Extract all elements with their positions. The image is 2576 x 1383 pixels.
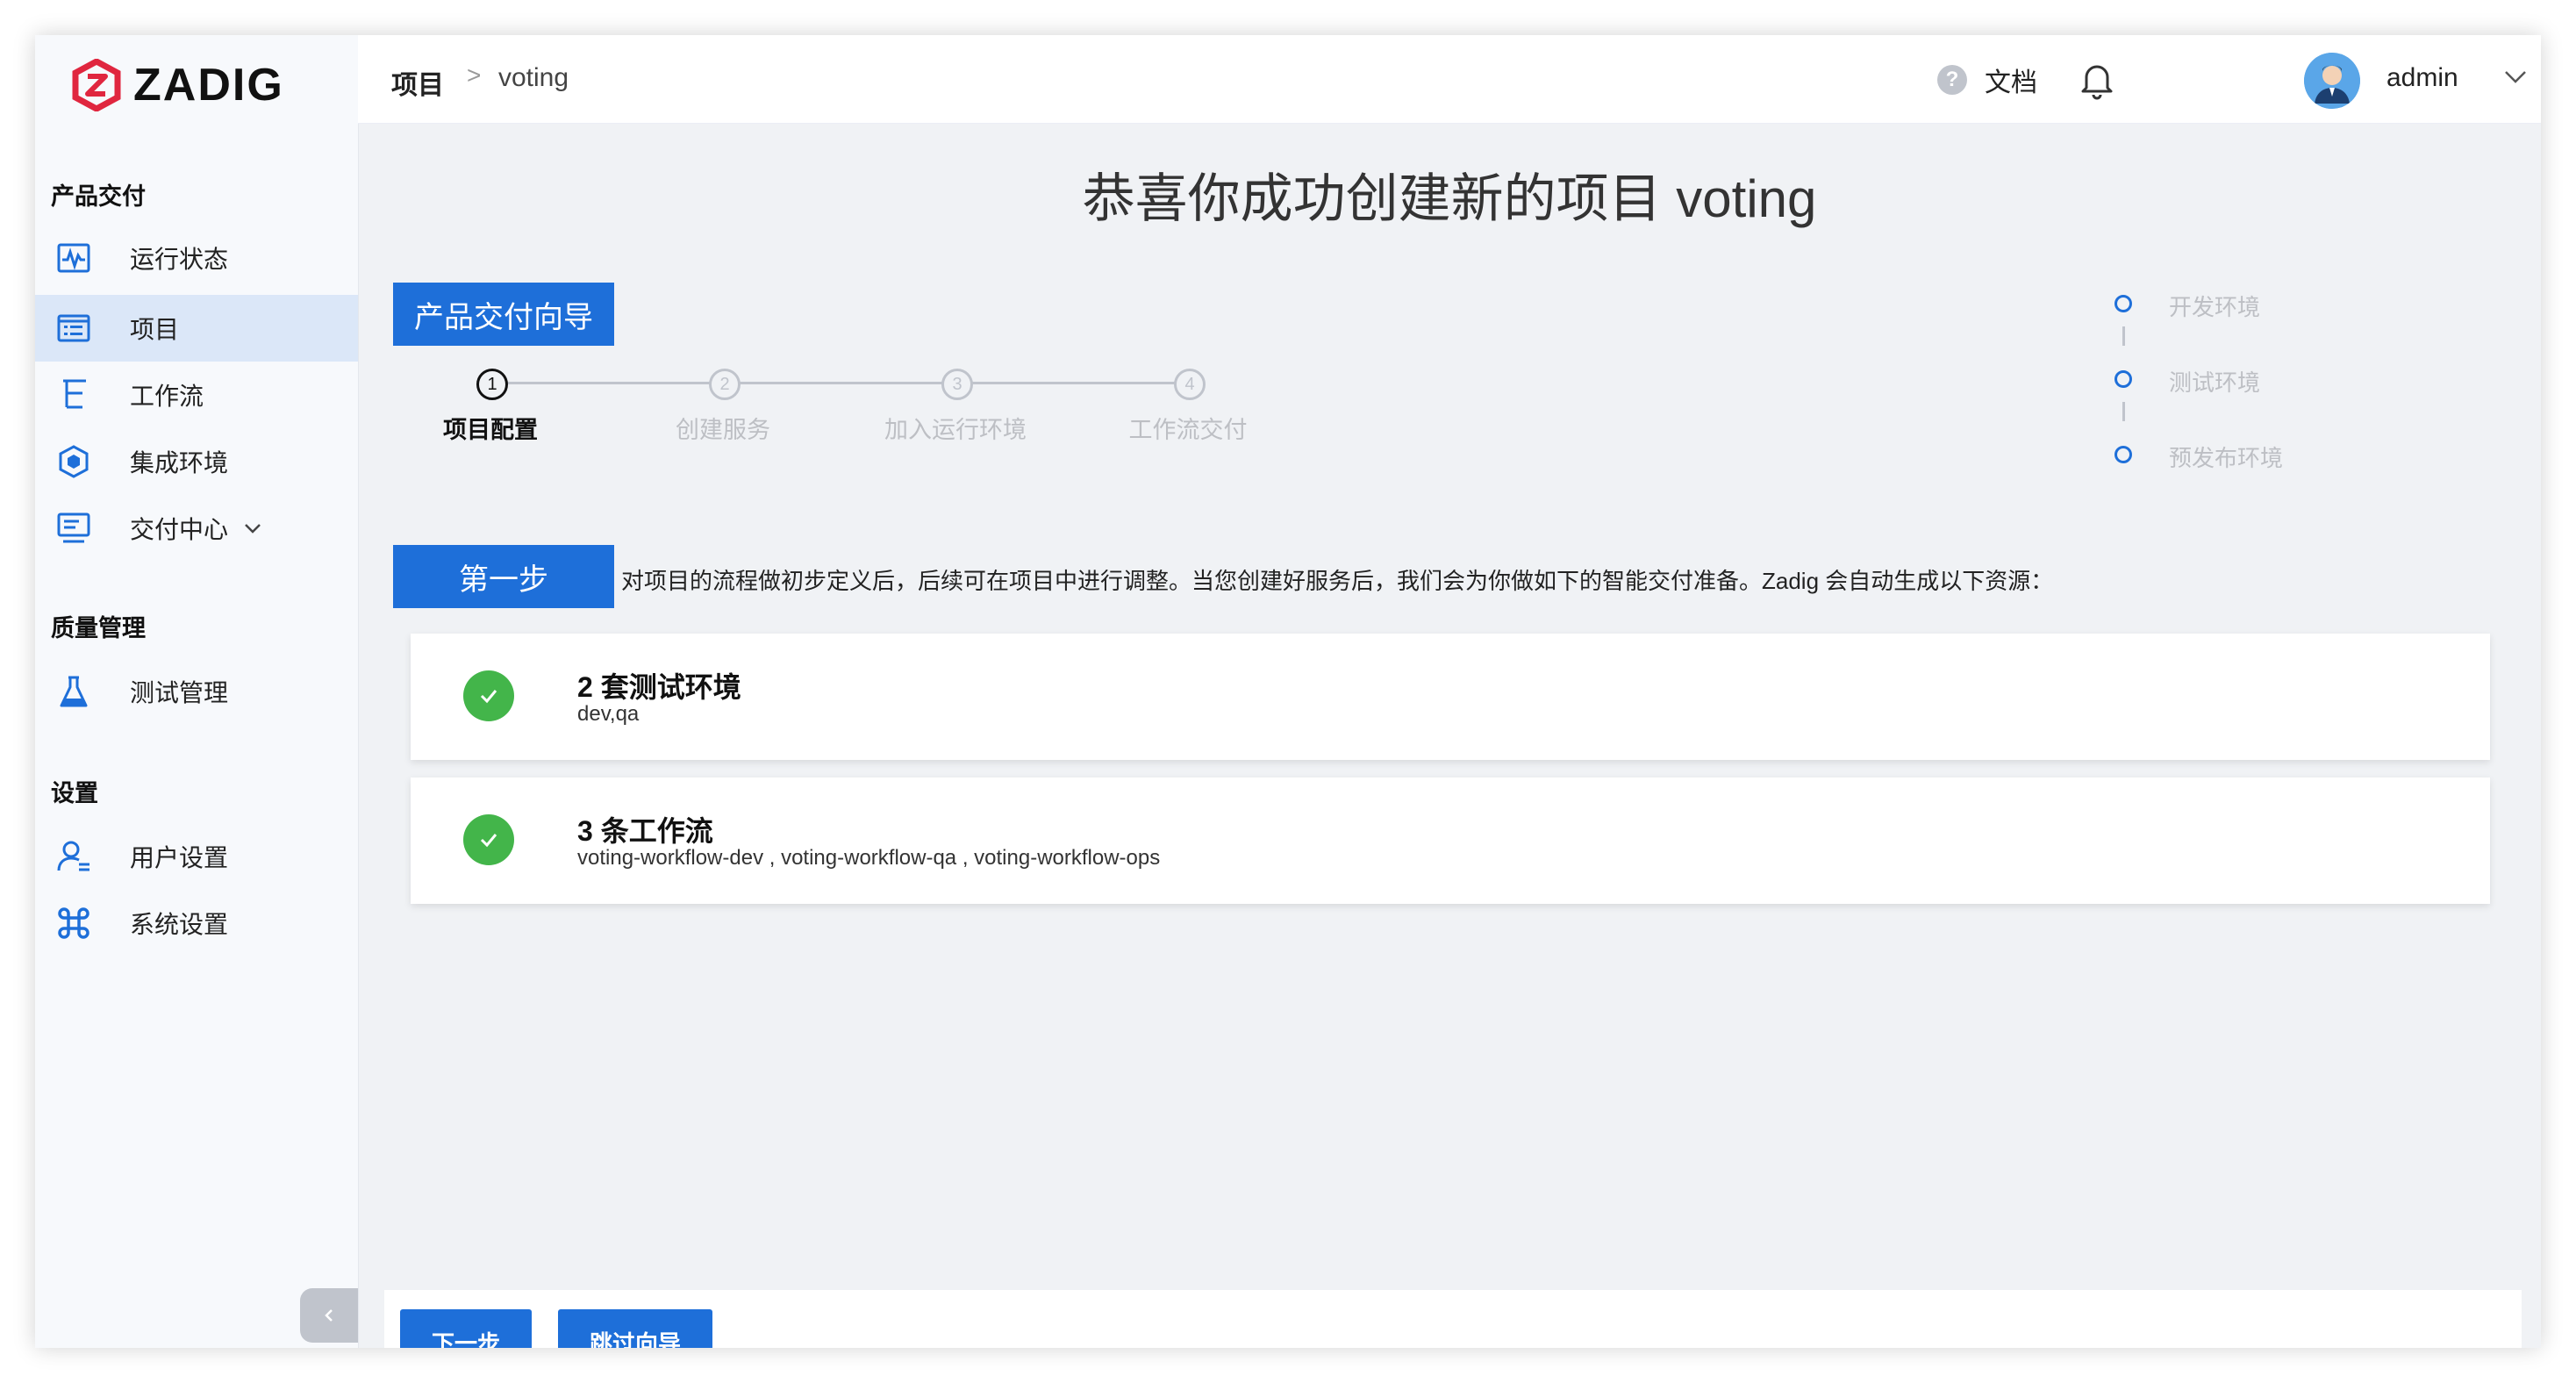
step-number-4: 4 bbox=[1174, 369, 1206, 400]
sidebar-item-label: 项目 bbox=[130, 316, 180, 343]
sidebar-item-label: 交付中心 bbox=[130, 516, 229, 543]
sidebar: ZADIG 产品交付 运行状态 项目 工作流 集成环境 交付中心 质量管理 测试… bbox=[35, 35, 359, 1348]
step-label-4: 工作流交付 bbox=[1128, 417, 1248, 443]
env-connector bbox=[2122, 402, 2125, 421]
card-subtitle: voting-workflow-dev , voting-workflow-qa… bbox=[577, 846, 1161, 870]
top-header: 项目 > voting ? 文档 admin bbox=[358, 35, 2541, 124]
resource-card-workflows: 3 条工作流 voting-workflow-dev , voting-work… bbox=[411, 777, 2490, 904]
step-number-2: 2 bbox=[709, 369, 741, 400]
guide-tag: 产品交付向导 bbox=[393, 283, 614, 346]
bell-icon[interactable] bbox=[2078, 60, 2116, 100]
card-title: 3 条工作流 bbox=[577, 815, 713, 847]
env-dot bbox=[2114, 370, 2132, 388]
page-title: 恭喜你成功创建新的项目 voting bbox=[1082, 169, 1817, 228]
card-title: 2 套测试环境 bbox=[577, 671, 741, 703]
env-label-dev: 开发环境 bbox=[2169, 294, 2261, 320]
docs-link[interactable]: ? 文档 bbox=[1937, 54, 2037, 105]
step-label-2: 创建服务 bbox=[676, 417, 770, 443]
help-icon: ? bbox=[1937, 65, 1967, 95]
project-list-icon bbox=[57, 314, 90, 342]
chevron-left-icon bbox=[325, 1309, 333, 1322]
env-dot bbox=[2114, 295, 2132, 312]
section-title-delivery: 产品交付 bbox=[51, 183, 146, 210]
step-connector bbox=[971, 382, 1178, 384]
step-number-3: 3 bbox=[941, 369, 973, 400]
main-content: 恭喜你成功创建新的项目 voting 产品交付向导 1 2 3 4 项目配置 创… bbox=[358, 123, 2541, 1348]
user-avatar-icon bbox=[2304, 53, 2360, 109]
skip-guide-button[interactable]: 跳过向导 bbox=[558, 1309, 712, 1348]
card-subtitle: dev,qa bbox=[577, 702, 640, 726]
username[interactable]: admin bbox=[2386, 63, 2458, 93]
step-label-1: 项目配置 bbox=[443, 417, 538, 443]
sidebar-item-label: 用户设置 bbox=[130, 844, 229, 871]
chevron-down-icon[interactable] bbox=[242, 518, 263, 539]
step-description: 对项目的流程做初步定义后，后续可在项目中进行调整。当您创建好服务后，我们会为你做… bbox=[621, 568, 2054, 594]
sidebar-item-status[interactable]: 运行状态 bbox=[35, 225, 358, 291]
step-connector bbox=[739, 382, 945, 384]
delivery-screen-icon bbox=[57, 512, 90, 543]
check-icon bbox=[463, 814, 514, 865]
sidebar-item-label: 工作流 bbox=[130, 383, 204, 410]
cube-cluster-icon bbox=[59, 445, 89, 478]
chevron-down-icon[interactable] bbox=[2502, 67, 2529, 88]
sidebar-item-label: 运行状态 bbox=[130, 246, 229, 273]
sidebar-item-system-settings[interactable]: 系统设置 bbox=[35, 890, 358, 957]
section-title-settings: 设置 bbox=[51, 780, 98, 806]
next-step-button[interactable]: 下一步 bbox=[400, 1309, 532, 1348]
environment-list: 开发环境 测试环境 预发布环境 bbox=[2114, 294, 2378, 523]
sidebar-item-label: 集成环境 bbox=[130, 449, 229, 477]
zadig-logo[interactable]: ZADIG bbox=[72, 54, 284, 116]
breadcrumb-root[interactable]: 项目 bbox=[391, 63, 444, 102]
step-label-3: 加入运行环境 bbox=[884, 417, 1027, 443]
command-icon bbox=[58, 907, 89, 939]
step-number-1: 1 bbox=[476, 369, 508, 400]
env-label-staging: 预发布环境 bbox=[2169, 445, 2284, 471]
step-connector bbox=[506, 382, 712, 384]
sidebar-item-label: 测试管理 bbox=[130, 679, 229, 706]
step-tag: 第一步 bbox=[393, 545, 614, 608]
avatar[interactable] bbox=[2304, 53, 2360, 109]
pulse-monitor-icon bbox=[57, 243, 90, 273]
flask-icon bbox=[60, 676, 88, 707]
stepper: 1 2 3 4 项目配置 创建服务 加入运行环境 工作流交付 bbox=[393, 360, 1955, 465]
check-icon bbox=[463, 670, 514, 721]
sidebar-item-project[interactable]: 项目 bbox=[35, 295, 358, 362]
env-connector bbox=[2122, 326, 2125, 346]
sidebar-item-workflow[interactable]: 工作流 bbox=[35, 362, 358, 428]
sidebar-item-test-management[interactable]: 测试管理 bbox=[35, 658, 358, 725]
user-settings-icon bbox=[57, 841, 89, 871]
section-title-quality: 质量管理 bbox=[51, 615, 146, 641]
sidebar-collapse-button[interactable] bbox=[300, 1288, 358, 1343]
zadig-logo-icon bbox=[72, 59, 121, 111]
app-window: ZADIG 产品交付 运行状态 项目 工作流 集成环境 交付中心 质量管理 测试… bbox=[35, 35, 2541, 1348]
sidebar-item-delivery-center[interactable]: 交付中心 bbox=[35, 495, 358, 562]
sidebar-item-label: 系统设置 bbox=[130, 911, 229, 938]
env-dot bbox=[2114, 446, 2132, 463]
workflow-tree-icon bbox=[63, 379, 86, 409]
breadcrumb-separator: > bbox=[467, 61, 482, 89]
breadcrumb-current: voting bbox=[498, 63, 569, 92]
docs-label: 文档 bbox=[1985, 68, 2037, 97]
logo-text: ZADIG bbox=[133, 60, 284, 111]
env-label-test: 测试环境 bbox=[2169, 369, 2261, 396]
sidebar-item-integration-env[interactable]: 集成环境 bbox=[35, 428, 358, 495]
sidebar-item-user-settings[interactable]: 用户设置 bbox=[35, 823, 358, 890]
resource-card-envs: 2 套测试环境 dev,qa bbox=[411, 634, 2490, 760]
